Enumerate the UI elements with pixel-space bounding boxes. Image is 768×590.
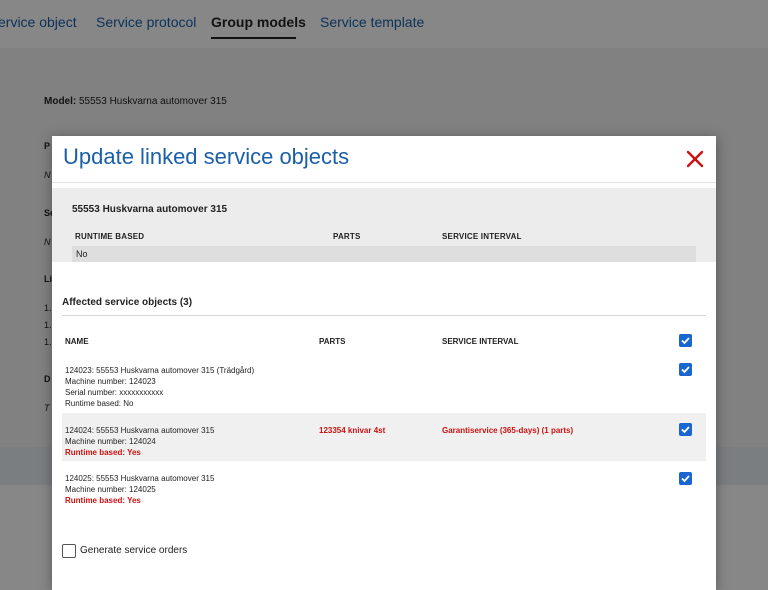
generate-service-orders-checkbox[interactable]	[62, 544, 76, 558]
column-header-interval: SERVICE INTERVAL	[442, 337, 519, 346]
generate-service-orders-label[interactable]: Generate service orders	[80, 545, 187, 556]
update-linked-objects-modal: Update linked service objects 55553 Husk…	[52, 136, 716, 590]
object-runtime-based: Runtime based: Yes	[65, 448, 141, 457]
model-summary: 55553 Huskvarna automover 315 RUNTIME BA…	[52, 188, 716, 262]
object-machine-number: Machine number: 124024	[65, 437, 156, 446]
summary-header-interval: SERVICE INTERVAL	[442, 232, 522, 241]
close-icon	[686, 150, 704, 168]
table-row: 124025: 55553 Huskvarna automover 315 Ma…	[62, 462, 706, 510]
column-header-parts: PARTS	[319, 337, 346, 346]
summary-runtime-value: No	[76, 249, 88, 259]
section-divider	[62, 315, 706, 316]
column-header-name: NAME	[65, 337, 89, 346]
object-title: 124024: 55553 Huskvarna automover 315	[65, 426, 215, 435]
object-parts: 123354 knivar 4st	[319, 426, 386, 435]
summary-model-name: 55553 Huskvarna automover 315	[72, 204, 228, 215]
row-checkbox[interactable]	[679, 472, 692, 485]
object-service-interval: Garantiservice (365-days) (1 parts)	[442, 426, 574, 435]
summary-row: No	[72, 246, 696, 262]
object-machine-number: Machine number: 124025	[65, 485, 156, 494]
row-checkbox[interactable]	[679, 423, 692, 436]
table-row: 124024: 55553 Huskvarna automover 315 Ma…	[62, 413, 706, 461]
object-title: 124025: 55553 Huskvarna automover 315	[65, 474, 215, 483]
affected-objects-title: Affected service objects (3)	[62, 297, 193, 308]
close-button[interactable]	[684, 148, 706, 170]
summary-header-parts: PARTS	[333, 232, 361, 241]
summary-header-runtime: RUNTIME BASED	[75, 232, 145, 241]
object-runtime-based: Runtime based: No	[65, 399, 134, 408]
checkmark-icon	[681, 426, 690, 434]
checkmark-icon	[681, 366, 690, 374]
object-machine-number: Machine number: 124023	[65, 377, 156, 386]
title-divider	[52, 182, 716, 183]
checkmark-icon	[681, 475, 690, 483]
object-title: 124023: 55553 Huskvarna automover 315 (T…	[65, 366, 255, 375]
checkmark-icon	[681, 337, 690, 345]
select-all-checkbox[interactable]	[679, 334, 692, 347]
object-runtime-based: Runtime based: Yes	[65, 496, 141, 505]
table-row: 124023: 55553 Huskvarna automover 315 (T…	[62, 358, 706, 412]
object-serial-number: Serial number: xxxxxxxxxxx	[65, 388, 164, 397]
modal-title: Update linked service objects	[63, 144, 350, 169]
row-checkbox[interactable]	[679, 363, 692, 376]
